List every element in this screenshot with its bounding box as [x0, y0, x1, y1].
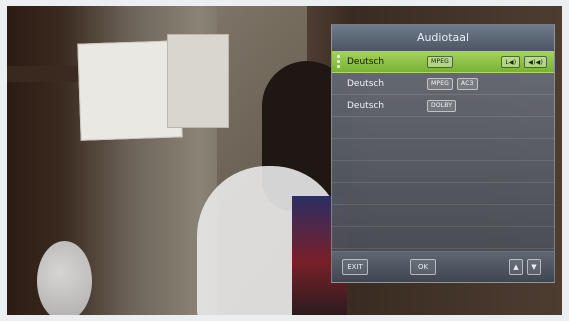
codec-tag: DOLBY — [427, 99, 457, 112]
list-item-label: Deutsch — [347, 56, 385, 67]
codec-tag: AC3 — [457, 77, 478, 90]
audio-language-osd: Audiotaal Deutsch MPEG L◀) ◀)◀) Deutsch … — [331, 24, 555, 283]
empty-row — [332, 161, 554, 183]
list-item-tags: MPEG — [427, 55, 454, 68]
codec-tag: MPEG — [427, 77, 454, 90]
empty-row — [332, 183, 554, 205]
osd-title: Audiotaal — [332, 25, 554, 52]
empty-row — [332, 117, 554, 139]
list-item[interactable]: Deutsch DOLBY — [332, 95, 554, 117]
ok-button[interactable]: OK — [410, 259, 436, 275]
list-item-tags: DOLBY — [427, 99, 457, 112]
list-item-selected[interactable]: Deutsch MPEG L◀) ◀)◀) — [332, 51, 554, 73]
plates-decor — [37, 241, 92, 315]
audio-language-list: Deutsch MPEG L◀) ◀)◀) Deutsch MPEG AC3 D… — [332, 51, 554, 252]
list-item-tags: MPEG AC3 — [427, 77, 478, 90]
osd-footer: EXIT OK ▲ ▼ — [332, 251, 554, 282]
exit-button[interactable]: EXIT — [342, 259, 368, 275]
list-item-right-tags: L◀) ◀)◀) — [501, 56, 547, 68]
channel-tag: ◀)◀) — [524, 56, 547, 68]
empty-row — [332, 205, 554, 227]
screen-frame: Audiotaal Deutsch MPEG L◀) ◀)◀) Deutsch … — [0, 0, 569, 321]
card-on-shelf-2 — [167, 34, 229, 128]
channel-tag: L◀) — [501, 56, 521, 68]
selection-indicator-icon — [337, 55, 340, 68]
list-item-label: Deutsch — [347, 78, 385, 89]
empty-row — [332, 227, 554, 249]
empty-row — [332, 139, 554, 161]
codec-tag: MPEG — [427, 55, 454, 68]
up-arrow-icon[interactable]: ▲ — [509, 259, 523, 275]
list-item-label: Deutsch — [347, 100, 385, 111]
list-item[interactable]: Deutsch MPEG AC3 — [332, 73, 554, 95]
down-arrow-icon[interactable]: ▼ — [527, 259, 541, 275]
